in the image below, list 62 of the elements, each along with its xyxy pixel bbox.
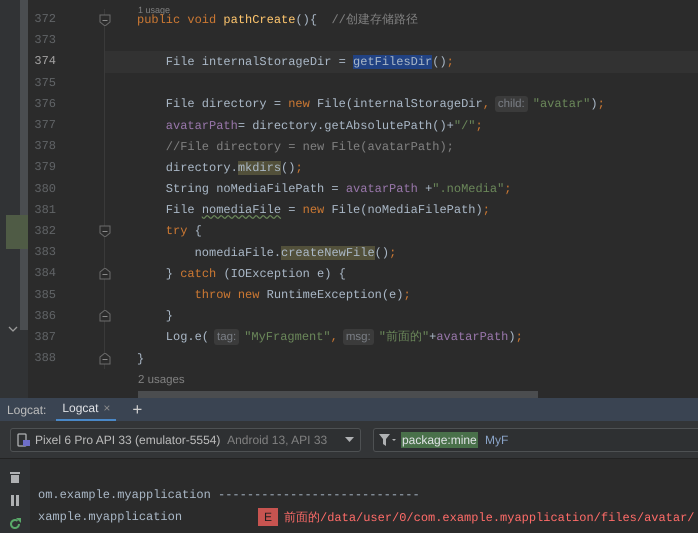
parameter-hint: msg: bbox=[342, 329, 374, 346]
code-text: avatarPath= directory.getAbsolutePath()+"/"; bbox=[164, 118, 483, 134]
line-number: 387 bbox=[34, 330, 56, 345]
line-number: 379 bbox=[34, 160, 56, 176]
line-number: 385 bbox=[34, 288, 56, 303]
add-tab-button[interactable]: + bbox=[132, 399, 142, 421]
caret-icon bbox=[345, 437, 354, 442]
code-text: File internalStorageDir = getFilesDir(); bbox=[164, 54, 454, 70]
line-number: 386 bbox=[34, 308, 56, 324]
scrollbar-thumb[interactable] bbox=[138, 390, 538, 398]
code-text: File nomediaFile = new File(noMediaFilePath); bbox=[164, 202, 490, 218]
usages-hint[interactable]: 2 usages bbox=[138, 374, 185, 386]
log-package: om.example.myapplication ---------------------------- bbox=[38, 488, 420, 502]
log-package: xample.myapplication bbox=[38, 510, 184, 524]
restart-icon[interactable] bbox=[9, 518, 21, 530]
line-number: 378 bbox=[34, 139, 56, 154]
code-text: "avatar"); bbox=[532, 96, 605, 112]
fold-marker-icon[interactable] bbox=[99, 352, 111, 365]
trash-icon[interactable] bbox=[10, 471, 20, 483]
code-text: Log.e( bbox=[164, 329, 210, 346]
pause-icon[interactable] bbox=[11, 495, 19, 506]
code-text: try { bbox=[164, 223, 202, 240]
filter-field[interactable]: package:mine MyF bbox=[373, 428, 698, 452]
code-text: } catch (IOException e) { bbox=[164, 266, 346, 282]
fold-marker-icon[interactable] bbox=[99, 14, 111, 26]
line-number: 374 bbox=[34, 54, 56, 70]
code-text: File directory = new File(internalStorageDir, bbox=[164, 96, 490, 112]
usages-hint[interactable]: 1 usage bbox=[138, 6, 170, 15]
line-number: 388 bbox=[34, 351, 56, 366]
code-text: String noMediaFilePath = avatarPath +".noMedia"; bbox=[164, 181, 512, 198]
filter-icon[interactable] bbox=[379, 434, 397, 446]
device-dropdown[interactable]: Pixel 6 Pro API 33 (emulator-5554) Android 13, API 33 bbox=[10, 428, 361, 452]
code-text: nomediaFile.createNewFile(); bbox=[194, 244, 396, 261]
log-message: 前面的/data/user/0/com.example.myapplication/files/avatar/ bbox=[284, 510, 694, 526]
phone-icon bbox=[17, 432, 31, 446]
fold-marker-icon[interactable] bbox=[99, 268, 111, 280]
code-text: "MyFragment", bbox=[244, 329, 338, 346]
line-number: 380 bbox=[34, 182, 56, 197]
code-text: throw new RuntimeException(e); bbox=[194, 287, 411, 304]
fold-marker-icon[interactable] bbox=[99, 225, 111, 238]
code-text: directory.mkdirs(); bbox=[164, 160, 303, 176]
line-number: 382 bbox=[34, 224, 56, 239]
chevron-down-icon[interactable] bbox=[8, 326, 18, 332]
code-text: } bbox=[137, 350, 144, 367]
line-number: 381 bbox=[34, 202, 56, 218]
panel-title: Logcat: bbox=[7, 402, 46, 419]
line-number: 377 bbox=[34, 118, 56, 134]
close-icon[interactable]: × bbox=[103, 401, 110, 415]
code-text: //File directory = new File(avatarPath); bbox=[164, 138, 454, 155]
line-number: 372 bbox=[34, 12, 56, 28]
parameter-hint: tag: bbox=[214, 329, 240, 346]
parameter-hint: child: bbox=[494, 96, 528, 112]
line-number: 373 bbox=[34, 33, 56, 48]
change-marker bbox=[6, 215, 28, 249]
line-number: 376 bbox=[34, 96, 56, 112]
line-number: 383 bbox=[34, 245, 56, 260]
log-level-badge: E bbox=[258, 508, 278, 526]
line-number: 384 bbox=[34, 266, 56, 282]
fold-marker-icon[interactable] bbox=[99, 310, 111, 322]
line-number: 375 bbox=[34, 76, 56, 91]
code-text: } bbox=[164, 308, 174, 324]
code-text: "前面的"+avatarPath); bbox=[378, 329, 523, 346]
